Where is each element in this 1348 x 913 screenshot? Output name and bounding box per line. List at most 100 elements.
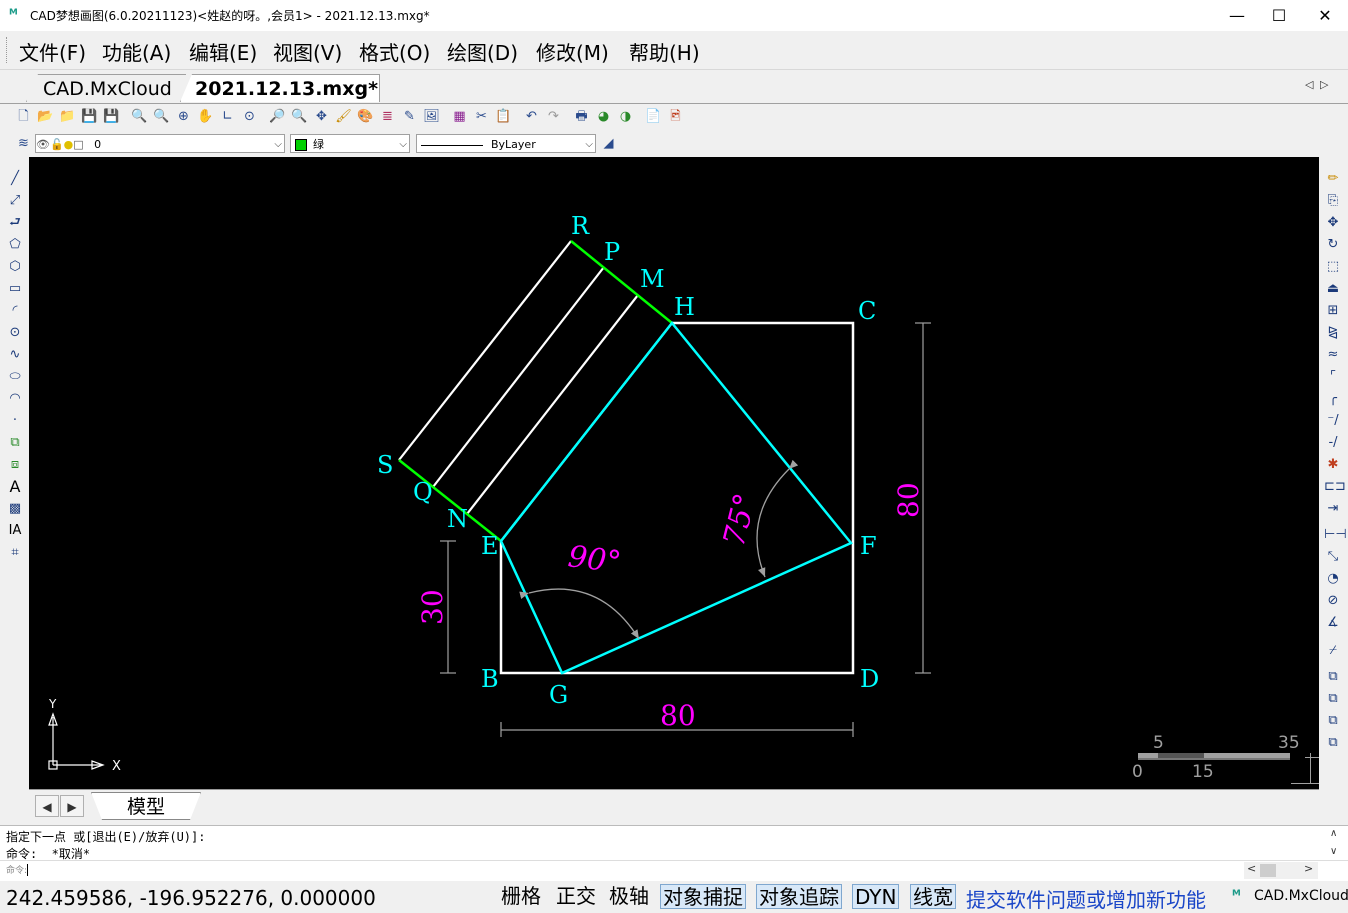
leader-icon[interactable]: ⌿ <box>1324 642 1342 660</box>
extend-icon[interactable]: -/ <box>1324 434 1342 452</box>
text-style-icon[interactable]: ✎ <box>401 108 418 125</box>
menu-file[interactable]: 文件(F) <box>19 37 86 66</box>
tab-scroll-left-icon[interactable]: ◁ <box>1305 78 1313 91</box>
angular-dimension-icon[interactable]: ∡ <box>1324 614 1342 632</box>
erase-icon[interactable]: ✏ <box>1324 170 1342 188</box>
polygon-icon[interactable]: ⬠ <box>6 236 24 254</box>
minimize-button[interactable]: — <box>1214 0 1260 31</box>
status-dyn[interactable]: DYN <box>852 884 900 909</box>
block-icon[interactable]: ▦ <box>451 108 468 125</box>
tab-scroll-right-icon[interactable]: ▷ <box>1320 78 1328 91</box>
array-icon[interactable]: ⊞ <box>1324 302 1342 320</box>
explode-icon[interactable]: ✱ <box>1324 456 1342 474</box>
color-select[interactable]: 绿 ⌵ <box>290 134 410 153</box>
menu-help[interactable]: 帮助(H) <box>629 37 700 66</box>
image-export-icon[interactable]: 🖻 <box>667 108 684 125</box>
render-icon[interactable]: ◑ <box>617 108 634 125</box>
properties-icon[interactable]: 🎨 <box>357 108 374 125</box>
mirror-icon[interactable]: ⧎ <box>1324 324 1342 342</box>
command-hscroll[interactable]: < > <box>1244 862 1318 879</box>
layout-next-button[interactable]: ▶ <box>60 795 84 817</box>
status-grid[interactable]: 栅格 <box>499 884 543 909</box>
image-icon[interactable]: 🖼 <box>423 108 440 125</box>
aligned-dimension-icon[interactable]: ⤡ <box>1324 548 1342 566</box>
status-osnap[interactable]: 对象捕捉 <box>660 884 746 909</box>
erase-icon[interactable]: ✂ <box>473 108 490 125</box>
scale-icon[interactable]: ⬚ <box>1324 258 1342 276</box>
offset-icon[interactable]: ≈ <box>1324 346 1342 364</box>
move-icon[interactable]: ✥ <box>1324 214 1342 232</box>
pdf-export-icon[interactable]: 📄 <box>645 108 662 125</box>
spline-icon[interactable]: ∿ <box>6 346 24 364</box>
draw-order-above-icon[interactable]: ⧉ <box>1324 712 1342 730</box>
tab-drawing[interactable]: 2021.12.13.mxg* <box>180 74 380 102</box>
open-file-icon[interactable]: 📂 <box>37 108 54 125</box>
maximize-button[interactable]: ☐ <box>1256 0 1302 31</box>
copy-icon[interactable]: ⎘ <box>1324 192 1342 210</box>
save-icon[interactable]: 💾 <box>81 108 98 125</box>
chamfer-icon[interactable]: ⌜ <box>1324 368 1342 386</box>
tab-model[interactable]: 模型 <box>91 792 201 820</box>
zoom-extents-icon[interactable]: ⊙ <box>241 108 258 125</box>
scroll-right-icon[interactable]: > <box>1304 862 1313 875</box>
menu-view[interactable]: 视图(V) <box>273 37 342 66</box>
print-preview-icon[interactable]: 📋 <box>495 108 512 125</box>
menu-modify[interactable]: 修改(M) <box>536 37 609 66</box>
scroll-down-icon[interactable]: ∨ <box>1330 846 1337 857</box>
zoom-all-icon[interactable]: 🔍 <box>291 108 308 125</box>
fillet-icon[interactable]: ╭ <box>1324 390 1342 408</box>
pan-icon[interactable]: ✥ <box>313 108 330 125</box>
ellipse-icon[interactable]: ⬭ <box>6 368 24 386</box>
point-icon[interactable]: · <box>6 412 24 430</box>
status-lineweight[interactable]: 线宽 <box>910 884 956 909</box>
redo-icon[interactable]: ↷ <box>545 108 562 125</box>
tab-mxcloud[interactable]: CAD.MxCloud <box>26 74 186 102</box>
brand-name[interactable]: CAD.MxCloud <box>1254 888 1348 904</box>
match-properties-icon[interactable]: 🖌 <box>335 108 352 125</box>
print-icon[interactable]: 🖶 <box>573 108 590 125</box>
color-wheel-icon[interactable]: ◕ <box>595 108 612 125</box>
feedback-link[interactable]: 提交软件问题或增加新功能 <box>966 884 1206 913</box>
insert-block-icon[interactable]: ⧉ <box>6 434 24 452</box>
layout-prev-button[interactable]: ◀ <box>35 795 59 817</box>
close-button[interactable]: ✕ <box>1302 0 1348 31</box>
stretch-icon[interactable]: ⏏ <box>1324 280 1342 298</box>
zoom-realtime-icon[interactable]: 🔍 <box>131 108 148 125</box>
polyline-icon[interactable]: ⮐ <box>6 214 24 232</box>
hatch-icon[interactable]: ▩ <box>6 500 24 518</box>
menu-function[interactable]: 功能(A) <box>102 37 171 66</box>
status-ortho[interactable]: 正交 <box>554 884 598 909</box>
scroll-left-icon[interactable]: < <box>1247 862 1256 875</box>
drawing-canvas[interactable]: R P M H C S Q N E F B G D 80 80 30 90° 7… <box>29 157 1319 789</box>
menu-format[interactable]: 格式(O) <box>359 37 430 66</box>
linear-dimension-icon[interactable]: ⊢⊣ <box>1324 526 1347 544</box>
zoom-window-icon[interactable]: 🔍 <box>153 108 170 125</box>
linetype-select[interactable]: ByLayer ⌵ <box>416 134 596 153</box>
layer-manager-icon[interactable]: ≋ <box>15 135 32 152</box>
draw-order-back-icon[interactable]: ⧉ <box>1324 690 1342 708</box>
zoom-previous-icon[interactable]: 🔎 <box>269 108 286 125</box>
make-block-icon[interactable]: ⧈ <box>6 456 24 474</box>
status-otrack[interactable]: 对象追踪 <box>756 884 842 909</box>
pentagon-icon[interactable]: ⬡ <box>6 258 24 276</box>
status-polar[interactable]: 极轴 <box>607 884 651 909</box>
draw-order-below-icon[interactable]: ⧉ <box>1324 734 1342 752</box>
rectangle-icon[interactable]: ▭ <box>6 280 24 298</box>
text-icon[interactable]: A <box>6 478 24 496</box>
break-icon[interactable]: ⊏⊐ <box>1324 478 1346 496</box>
scroll-thumb[interactable] <box>1260 864 1276 877</box>
arc-icon[interactable]: ◜ <box>6 302 24 320</box>
save-as-icon[interactable]: 💾 <box>103 108 120 125</box>
join-icon[interactable]: ⇥ <box>1324 500 1342 518</box>
rotate-icon[interactable]: ↻ <box>1324 236 1342 254</box>
scroll-up-icon[interactable]: ∧ <box>1330 828 1337 839</box>
lineweight-icon[interactable]: ◢ <box>600 135 617 152</box>
radius-dimension-icon[interactable]: ◔ <box>1324 570 1342 588</box>
circle-icon[interactable]: ⊙ <box>6 324 24 342</box>
multiline-text-icon[interactable]: IA <box>6 522 24 540</box>
menu-draw[interactable]: 绘图(D) <box>447 37 518 66</box>
new-file-icon[interactable]: 🗋 <box>15 108 32 125</box>
line-icon[interactable]: ╱ <box>6 170 24 188</box>
draw-order-front-icon[interactable]: ⧉ <box>1324 668 1342 686</box>
ellipse-arc-icon[interactable]: ◠ <box>6 390 24 408</box>
